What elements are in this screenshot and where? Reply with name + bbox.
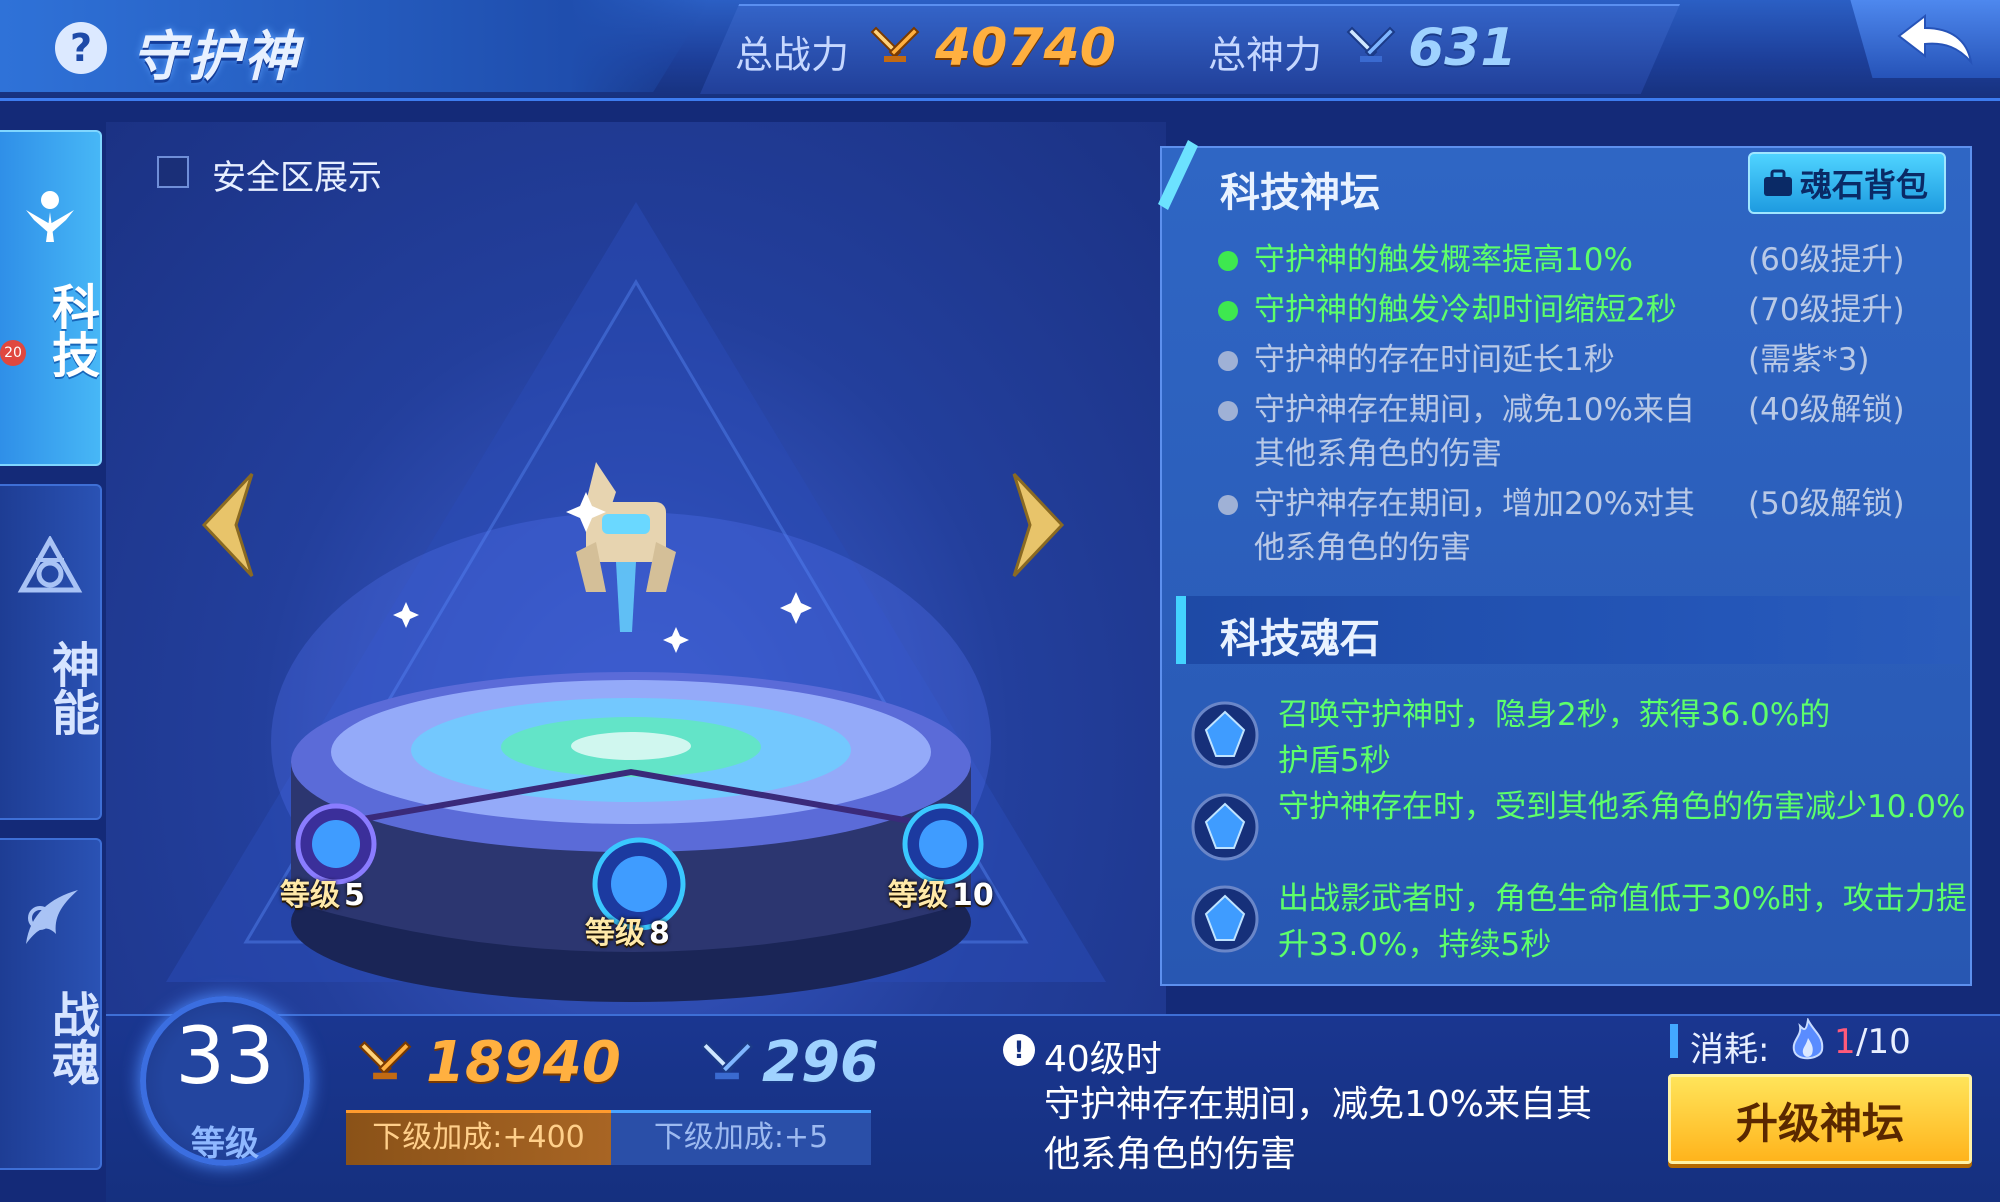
soulstone-bag-label: 魂石背包	[1800, 166, 1929, 204]
soulstone-icon	[1191, 701, 1259, 769]
soulstone-text: 召唤守护神时，隐身2秒，获得36.0%的护盾5秒	[1278, 697, 1831, 779]
effect-text: 守护神的触发概率提高10%	[1254, 242, 1633, 278]
cost-label: 消耗:	[1690, 1030, 1770, 1070]
next-divine-bonus: 下级加成:+5	[611, 1110, 871, 1165]
divine-swords-icon	[700, 1040, 754, 1080]
socket-level-8[interactable]: 等级 8	[585, 908, 670, 952]
total-power-value: 40740	[935, 18, 1116, 78]
effect-text: 守护神的触发冷却时间缩短2秒	[1254, 292, 1677, 328]
socket-tag: 等级	[888, 878, 948, 913]
effect-condition: (70级提升)	[1748, 292, 1905, 328]
socket-level-5[interactable]: 等级 5	[280, 870, 365, 914]
altar-level-label: 等级	[191, 1124, 259, 1164]
panel-accent-icon	[1158, 140, 1198, 210]
effect-text: 守护神存在期间，减免10%来自其他系角色的伤害	[1254, 392, 1695, 472]
total-divine-label: 总神力	[1208, 33, 1323, 77]
altar-divine-value: 296	[762, 1030, 879, 1095]
next-unlock-level: 40级时	[1044, 1039, 1162, 1080]
effect-condition: (60级提升)	[1748, 242, 1905, 278]
divine-swords-icon	[1346, 26, 1396, 62]
nav-divine-label: 神能	[43, 640, 99, 736]
help-icon[interactable]: ?	[55, 22, 107, 74]
socket-level-value: 10	[952, 878, 994, 913]
effect-text: 守护神的存在时间延长1秒	[1254, 342, 1615, 378]
previous-arrow-icon[interactable]	[196, 470, 256, 580]
nav-badge: 20	[0, 340, 26, 366]
page-title: 守护神	[132, 25, 300, 88]
nav-tab-battle-soul[interactable]: 战魂	[0, 838, 102, 1170]
back-arrow-icon[interactable]	[1895, 12, 1975, 66]
inactive-dot-icon	[1218, 401, 1238, 421]
soulstone-icon	[1191, 793, 1259, 861]
nav-tab-divine[interactable]: 神能	[0, 484, 102, 820]
next-unlock-description: 守护神存在期间，减免10%来自其他系角色的伤害	[1044, 1084, 1593, 1175]
tech-icon	[26, 191, 74, 242]
effect-condition: (需紫*3)	[1748, 342, 1870, 378]
total-power-label: 总战力	[735, 33, 850, 77]
bag-icon	[1764, 169, 1792, 196]
cost-owned: 1	[1834, 1022, 1856, 1062]
info-icon: !	[1003, 1034, 1035, 1066]
crossed-swords-icon	[358, 1040, 412, 1080]
effect-text: 守护神存在期间，增加20%对其他系角色的伤害	[1254, 486, 1695, 566]
socket-tag: 等级	[280, 878, 340, 913]
cost-required: /10	[1856, 1022, 1911, 1062]
socket-level-10[interactable]: 等级 10	[888, 870, 994, 914]
blue-flame-icon	[1792, 1018, 1824, 1060]
soulstone-icon	[1191, 885, 1259, 953]
soulstone-text: 出战影武者时，角色生命值低于30%时，攻击力提升33.0%，持续5秒	[1278, 881, 1967, 963]
nav-battle-soul-label: 战魂	[43, 990, 99, 1086]
socket-tag: 等级	[585, 916, 645, 951]
total-divine-value: 631	[1408, 18, 1517, 78]
altar-level: 33	[175, 1012, 275, 1102]
soulstone-title: 科技魂石	[1220, 616, 1380, 662]
socket-level-value: 8	[649, 916, 670, 951]
inactive-dot-icon	[1218, 351, 1238, 371]
battle-soul-icon	[26, 890, 78, 944]
upgrade-altar-label: 升级神坛	[1735, 1099, 1904, 1148]
nav-tab-tech[interactable]: 科技	[0, 130, 102, 466]
divine-energy-icon	[17, 536, 83, 593]
inactive-dot-icon	[1218, 495, 1238, 515]
crossed-swords-icon	[870, 26, 920, 62]
soulstone-text: 守护神存在时，受到其他系角色的伤害减少10.0%	[1278, 789, 1966, 825]
active-dot-icon	[1218, 251, 1238, 271]
next-power-bonus: 下级加成:+400	[346, 1110, 611, 1165]
effect-condition: (50级解锁)	[1748, 486, 1905, 522]
safe-zone-label: 安全区展示	[212, 158, 382, 198]
active-dot-icon	[1218, 301, 1238, 321]
altar-power-value: 18940	[426, 1030, 621, 1095]
safe-zone-checkbox[interactable]	[157, 156, 189, 188]
next-arrow-icon[interactable]	[1010, 470, 1070, 580]
effect-condition: (40级解锁)	[1748, 392, 1905, 428]
stage-art	[166, 202, 1106, 1002]
cost-accent	[1670, 1024, 1678, 1058]
altar-title: 科技神坛	[1220, 170, 1380, 216]
socket-level-value: 5	[344, 878, 365, 913]
